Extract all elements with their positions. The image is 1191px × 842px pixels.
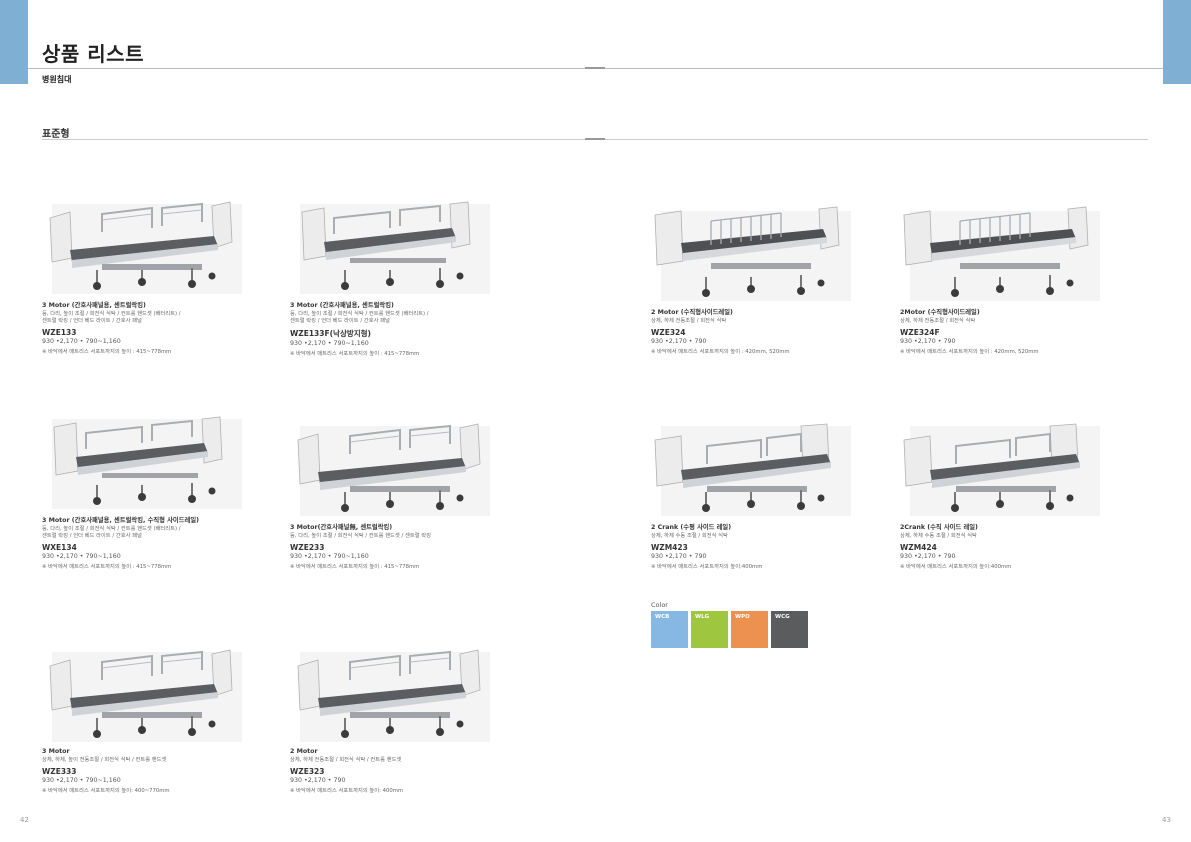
product-features: 상체, 하체 전동조절 / 회전식 식탁	[651, 318, 727, 324]
product-height-note: ※ 바닥에서 매트리스 서포트까지의 높이 : 415~778mm	[42, 349, 172, 355]
hospital-bed-image	[290, 646, 490, 746]
product-height-note: ※ 바닥에서 매트리스 서포트까지의 높이: 400mm	[290, 788, 404, 794]
product-dimensions: 930 •2,170 • 790	[651, 338, 707, 345]
product-name: 2Motor (수직형사이드레일)	[900, 309, 980, 316]
product-height-note: ※ 바닥에서 매트리스 서포트까지의 높이:400mm	[900, 564, 1012, 570]
product-model: WZE323	[290, 767, 325, 776]
product-card: 3 Motor(간호사패널無, 센트럴락킹) 등, 다리, 높이 조절 / 회전…	[290, 420, 520, 570]
product-name: 2 Motor	[290, 748, 318, 755]
product-card: 3 Motor (간호사패널용, 센트럴락킹) 등, 다리, 높이 조절 / 회…	[290, 198, 520, 357]
product-height-note: ※ 바닥에서 매트리스 서포트까지의 높이 : 415~778mm	[42, 564, 172, 570]
section-divider-mark	[585, 138, 605, 140]
product-dimensions: 930 •2,170 • 790	[900, 553, 956, 560]
product-name: 2Crank (수직 사이드 레일)	[900, 524, 978, 531]
product-height-note: ※ 바닥에서 매트리스 서포트까지의 높이 : 420mm, 520mm	[651, 349, 790, 355]
color-code: WPO	[735, 614, 750, 620]
product-height-note: ※ 바닥에서 매트리스 서포트까지의 높이 : 415~778mm	[290, 564, 420, 570]
product-features: 상체, 하체 전동조절 / 회전식 식탁	[900, 318, 976, 324]
product-height-note: ※ 바닥에서 매트리스 서포트까지의 높이 : 420mm, 520mm	[900, 349, 1039, 355]
color-swatch: WPO	[731, 611, 768, 648]
product-dimensions: 930 •2,170 • 790~1,160	[42, 777, 121, 784]
color-swatch: WCG	[771, 611, 808, 648]
product-features: 상체, 하체 수동 조절 / 회전식 식탁	[651, 533, 728, 539]
product-height-note: ※ 바닥에서 매트리스 서포트까지의 높이:400mm	[651, 564, 763, 570]
page-number-right: 43	[1162, 816, 1171, 824]
color-code: WLG	[695, 614, 710, 620]
product-card: 3 Motor 상체, 하체, 높이 전동조절 / 회전식 식탁 / 컨트롤 핸…	[42, 646, 272, 794]
product-card: 2Motor (수직형사이드레일) 상체, 하체 전동조절 / 회전식 식탁 W…	[900, 205, 1130, 355]
product-dimensions: 930 •2,170 • 790~1,160	[290, 340, 369, 347]
page-number-left: 42	[20, 816, 29, 824]
product-model: WZE324F	[900, 328, 940, 337]
product-model: WZE333	[42, 767, 77, 776]
hospital-bed-image	[900, 420, 1100, 520]
product-features: 상체, 하체 전동조절 / 회전식 식탁 / 컨트롤 핸드셋	[290, 757, 402, 763]
product-dimensions: 930 •2,170 • 790~1,160	[42, 338, 121, 345]
hospital-bed-image	[651, 205, 851, 305]
product-name: 2 Motor (수직형사이드레일)	[651, 309, 733, 316]
color-swatch-list: WCB WLG WPO WCG	[651, 611, 808, 648]
color-swatch: WLG	[691, 611, 728, 648]
product-model: WZM424	[900, 543, 937, 552]
product-height-note: ※ 바닥에서 매트리스 서포트까지의 높이 : 415~778mm	[290, 351, 420, 357]
product-dimensions: 930 •2,170 • 790	[900, 338, 956, 345]
product-dimensions: 930 •2,170 • 790	[290, 777, 346, 784]
product-model: WZM423	[651, 543, 688, 552]
hospital-bed-image	[42, 198, 242, 298]
product-height-note: ※ 바닥에서 매트리스 서포트까지의 높이: 400~770mm	[42, 788, 170, 794]
product-model: WZE233	[290, 543, 325, 552]
product-name: 3 Motor	[42, 748, 70, 755]
title-divider-mark	[585, 67, 605, 69]
hospital-bed-image	[290, 198, 490, 298]
product-features: 등, 다리, 높이 조절 / 회전식 식탁 / 컨트롤 핸드셋 (배터리트) /…	[42, 526, 181, 539]
product-name: 3 Motor (간호사패널용, 센트럴락킹, 수직형 사이드레일)	[42, 517, 199, 524]
product-name: 3 Motor (간호사패널용, 센트럴락킹)	[290, 302, 394, 309]
hospital-bed-image	[651, 420, 851, 520]
product-card: 2Crank (수직 사이드 레일) 상체, 하체 수동 조절 / 회전식 식탁…	[900, 420, 1130, 570]
product-model: WZE324	[651, 328, 686, 337]
color-swatch: WCB	[651, 611, 688, 648]
product-features: 등, 다리, 높이 조절 / 회전식 식탁 / 컨트롤 핸드셋 (배터리트) /…	[290, 311, 429, 324]
product-features: 등, 다리, 높이 조절 / 회전식 식탁 / 컨트롤 핸드셋 (배터리트) /…	[42, 311, 181, 324]
product-name: 2 Crank (수평 사이드 레일)	[651, 524, 732, 531]
product-features: 상체, 하체 수동 조절 / 회전식 식탁	[900, 533, 977, 539]
product-dimensions: 930 •2,170 • 790	[651, 553, 707, 560]
product-name: 3 Motor (간호사패널용, 센트럴락킹)	[42, 302, 146, 309]
product-model: WXE134	[42, 543, 77, 552]
product-features: 상체, 하체, 높이 전동조절 / 회전식 식탁 / 컨트롤 핸드셋	[42, 757, 167, 763]
product-card: 3 Motor (간호사패널용, 센트럴락킹, 수직형 사이드레일) 등, 다리…	[42, 413, 272, 570]
corner-tab-left	[0, 0, 28, 84]
product-card: 2 Motor (수직형사이드레일) 상체, 하체 전동조절 / 회전식 식탁 …	[651, 205, 881, 355]
product-card: 2 Motor 상체, 하체 전동조절 / 회전식 식탁 / 컨트롤 핸드셋 W…	[290, 646, 520, 794]
color-code: WCB	[655, 614, 670, 620]
product-dimensions: 930 •2,170 • 790~1,160	[290, 553, 369, 560]
product-name: 3 Motor(간호사패널無, 센트럴락킹)	[290, 524, 393, 531]
hospital-bed-image	[290, 420, 490, 520]
hospital-bed-image	[900, 205, 1100, 305]
product-card: 3 Motor (간호사패널용, 센트럴락킹) 등, 다리, 높이 조절 / 회…	[42, 198, 272, 355]
category-label: 병원침대	[42, 75, 72, 84]
product-features: 등, 다리, 높이 조절 / 회전식 식탁 / 컨트롤 핸드셋 / 센트럴 락킹	[290, 533, 432, 539]
section-title: 표준형	[42, 129, 70, 140]
color-code: WCG	[775, 614, 790, 620]
product-model: WZE133	[42, 328, 77, 337]
product-model: WZE133F(낙상방지형)	[290, 329, 371, 338]
corner-tab-right	[1163, 0, 1191, 84]
product-card: 2 Crank (수평 사이드 레일) 상체, 하체 수동 조절 / 회전식 식…	[651, 420, 881, 570]
hospital-bed-image	[42, 413, 242, 513]
product-dimensions: 930 •2,170 • 790~1,160	[42, 553, 121, 560]
color-label: Color	[651, 601, 668, 609]
hospital-bed-image	[42, 646, 242, 746]
page-title: 상품 리스트	[42, 42, 144, 66]
